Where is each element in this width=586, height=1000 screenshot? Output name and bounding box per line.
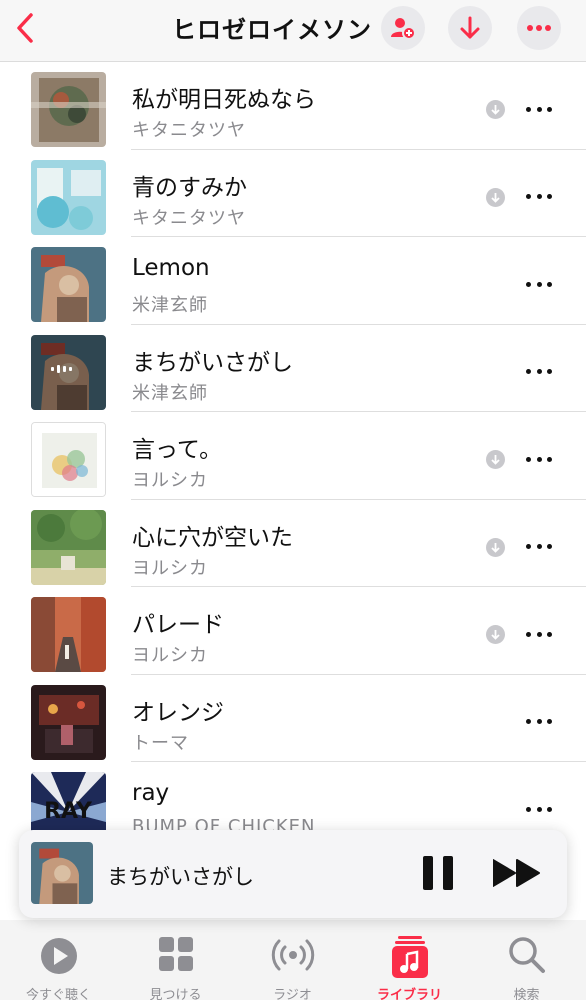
song-artist: ヨルシカ	[132, 557, 208, 579]
album-art	[31, 247, 106, 322]
album-art	[31, 334, 106, 410]
tab-search[interactable]: 検索	[468, 920, 585, 1000]
album-art	[31, 684, 106, 760]
song-more-button[interactable]	[526, 190, 552, 204]
back-button[interactable]	[8, 8, 42, 48]
album-art	[31, 72, 106, 147]
pause-button[interactable]	[423, 856, 453, 892]
song-artist: 米津玄師	[132, 382, 208, 404]
song-row-now-playing[interactable]: まちがいさがし 米津玄師	[0, 325, 586, 412]
grid-icon	[158, 937, 193, 971]
song-artist: トーマ	[132, 732, 189, 754]
song-title: 私が明日死ぬなら	[132, 87, 316, 113]
song-more-button[interactable]	[526, 452, 552, 466]
tab-browse[interactable]: 見つける	[117, 920, 234, 1000]
song-more-button[interactable]	[526, 365, 552, 379]
more-options-button[interactable]	[517, 6, 561, 50]
download-arrow-icon	[491, 105, 500, 115]
fast-forward-icon[interactable]	[493, 858, 541, 888]
download-arrow-icon	[491, 542, 500, 553]
chevron-left-icon	[17, 13, 33, 43]
download-button[interactable]	[448, 6, 492, 50]
downloaded-indicator	[486, 537, 505, 557]
song-row[interactable]: パレード ヨルシカ	[0, 587, 586, 675]
song-row[interactable]: 言って。 ヨルシカ	[0, 412, 586, 500]
nav-header: ヒロゼロイメソン	[0, 0, 586, 62]
song-row[interactable]: 心に穴が空いた ヨルシカ	[0, 500, 586, 587]
library-music-icon	[391, 936, 428, 978]
play-circle-icon	[40, 938, 77, 974]
page-title: ヒロゼロイメソン	[172, 16, 372, 44]
song-more-button[interactable]	[526, 627, 552, 641]
song-title: オレンジ	[132, 699, 224, 726]
downloaded-indicator	[486, 625, 505, 644]
song-title: ray	[132, 780, 170, 806]
tab-listen-now[interactable]: 今すぐ聴く	[0, 920, 117, 1000]
mini-player-title: まちがいさがし	[107, 865, 254, 889]
song-row[interactable]: 青のすみか キタニタツヤ	[0, 150, 586, 237]
song-title: 心に穴が空いた	[132, 524, 293, 551]
tab-label: 見つける	[149, 988, 202, 1000]
download-arrow-icon	[491, 630, 500, 640]
person-add-icon	[391, 18, 416, 40]
tab-bar: 今すぐ聴く 見つける ラジオ ライブラリ 検索	[0, 920, 586, 1000]
search-icon	[508, 937, 545, 973]
svg-text:RAY: RAY	[44, 799, 93, 824]
song-list: 私が明日死ぬなら キタニタツヤ 青のすみか キタニタツヤ Lemon 米津玄師 …	[0, 62, 586, 850]
song-row[interactable]: オレンジ トーマ	[0, 675, 586, 762]
song-artist: 米津玄師	[132, 295, 208, 316]
downloaded-indicator	[486, 100, 505, 119]
song-row[interactable]: 私が明日死ぬなら キタニタツヤ	[0, 62, 586, 150]
download-arrow-icon	[460, 16, 480, 39]
tab-label: 検索	[513, 988, 540, 1000]
album-art	[31, 159, 106, 235]
song-more-button[interactable]	[526, 802, 552, 816]
album-art	[31, 422, 106, 497]
song-artist: ヨルシカ	[132, 645, 208, 666]
album-art	[31, 509, 106, 585]
tab-label: ラジオ	[273, 988, 312, 1000]
tab-library[interactable]: ライブラリ	[351, 920, 468, 1000]
mini-player[interactable]: まちがいさがし	[19, 830, 567, 918]
song-more-button[interactable]	[526, 102, 552, 116]
downloaded-indicator	[486, 187, 505, 207]
song-title: 言って。	[132, 437, 223, 463]
add-collaborator-button[interactable]	[381, 6, 425, 50]
song-title: Lemon	[132, 255, 210, 281]
downloaded-indicator	[486, 450, 505, 469]
song-title: パレード	[132, 612, 224, 638]
download-arrow-icon	[491, 192, 500, 203]
download-arrow-icon	[491, 455, 500, 465]
song-artist: ヨルシカ	[132, 470, 208, 491]
tab-radio[interactable]: ラジオ	[234, 920, 351, 1000]
tab-label: ライブラリ	[376, 988, 442, 1000]
tab-label: 今すぐ聴く	[25, 988, 91, 1000]
song-artist: キタニタツヤ	[132, 207, 246, 229]
now-playing-indicator	[51, 364, 72, 373]
radio-waves-icon	[271, 939, 314, 971]
song-title: 青のすみか	[132, 174, 247, 201]
album-art	[31, 597, 106, 672]
song-artist: キタニタツヤ	[132, 120, 246, 141]
song-more-button[interactable]	[526, 277, 552, 291]
mini-player-artwork	[31, 842, 93, 904]
song-title: まちがいさがし	[132, 349, 293, 376]
song-more-button[interactable]	[526, 715, 552, 729]
song-more-button[interactable]	[526, 540, 552, 554]
song-row[interactable]: Lemon 米津玄師	[0, 237, 586, 325]
ellipsis-icon	[527, 25, 551, 31]
pause-icon	[423, 856, 433, 890]
